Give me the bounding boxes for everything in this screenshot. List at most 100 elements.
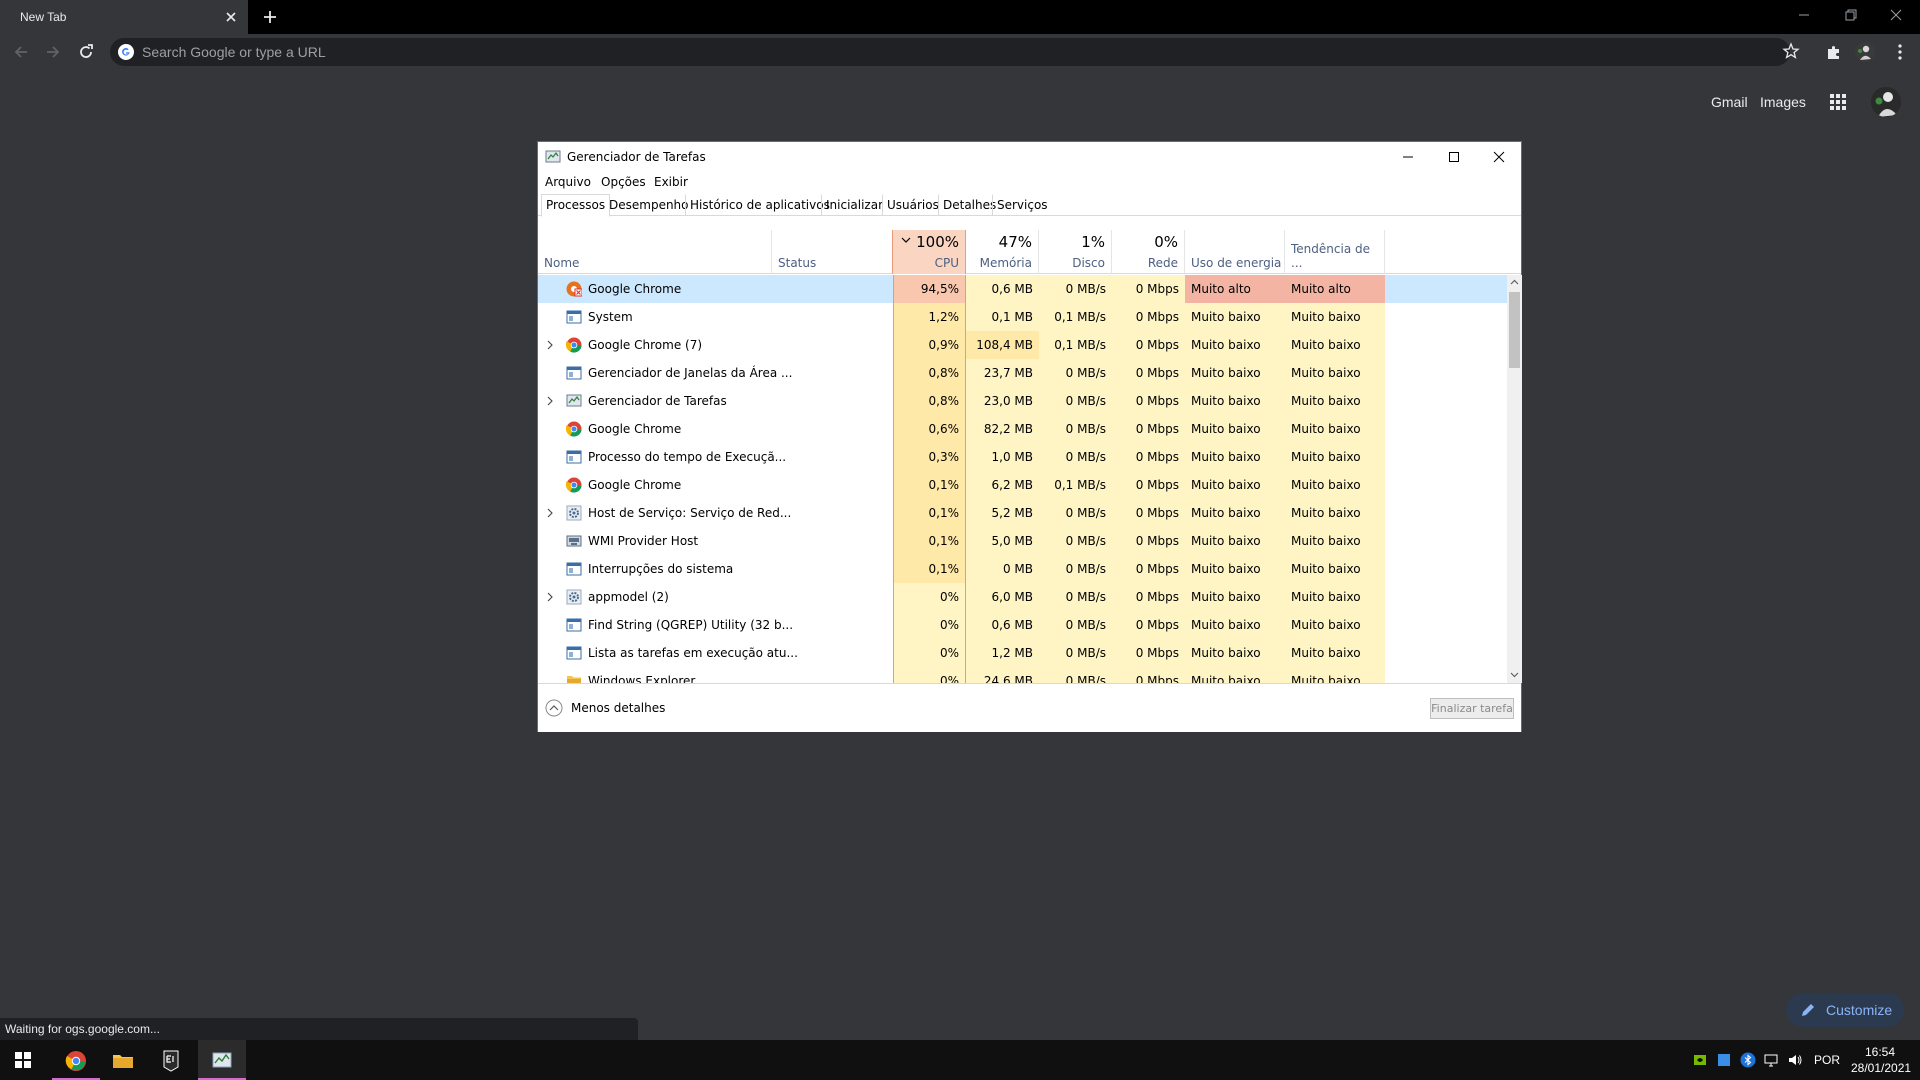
minimize-window-icon[interactable] <box>1792 5 1816 25</box>
tm-maximize-icon[interactable] <box>1431 142 1477 172</box>
process-row[interactable]: Windows Explorer 0% 24,6 MB 0 MB/s 0 Mbps Mui… <box>538 667 1508 683</box>
omnibox[interactable]: Search Google or type a URL <box>110 38 1800 66</box>
images-link[interactable]: Images <box>1760 94 1806 110</box>
process-row[interactable]: Google Chrome 0,1% 6,2 MB 0,1 MB/s 0 Mbps Mui… <box>538 471 1508 499</box>
tm-close-icon[interactable] <box>1476 142 1522 172</box>
chrome-icon <box>65 1051 86 1071</box>
scrollbar-thumb[interactable] <box>1509 292 1520 368</box>
tab-title: New Tab <box>20 10 67 24</box>
process-row[interactable]: Google Chrome 94,5% 0,6 MB 0 MB/s 0 Mbps Muit… <box>538 275 1508 303</box>
cpu-column-border <box>965 275 966 683</box>
chevron-right-icon[interactable] <box>546 340 554 350</box>
process-row[interactable]: System 1,2% 0,1 MB 0,1 MB/s 0 Mbps Muito baix… <box>538 303 1508 331</box>
restore-window-icon[interactable] <box>1838 5 1862 25</box>
chevron-up-circle-icon[interactable] <box>545 699 563 717</box>
col-memoria[interactable]: 47% Memória <box>966 230 1039 274</box>
col-rede[interactable]: 0% Rede <box>1112 230 1185 274</box>
process-row[interactable]: Processo do tempo de Execuçã... 0,3% 1,0 M… <box>538 443 1508 471</box>
start-button[interactable] <box>0 1040 48 1080</box>
process-disk-cell: 0 MB/s <box>1039 387 1112 415</box>
process-row[interactable]: Find String (QGREP) Utility (32 b... 0% 0,… <box>538 611 1508 639</box>
reload-icon[interactable] <box>76 42 96 62</box>
profile-avatar-icon[interactable] <box>1855 42 1875 62</box>
chevron-right-icon[interactable] <box>546 508 554 518</box>
menu-arquivo[interactable]: Arquivo <box>545 175 591 189</box>
task-manager-app-icon <box>545 149 561 165</box>
menu-opcoes[interactable]: Opções <box>601 175 646 189</box>
new-tab-icon[interactable] <box>261 8 279 26</box>
gmail-link[interactable]: Gmail <box>1711 94 1748 110</box>
taskbar-chrome[interactable] <box>52 1040 100 1080</box>
close-tab-icon[interactable] <box>224 10 238 24</box>
tab-usuarios[interactable]: Usuários <box>882 194 944 216</box>
process-trend-cell: Muito baixo <box>1285 443 1385 471</box>
process-row[interactable]: Gerenciador de Janelas da Área ... 0,8% 23… <box>538 359 1508 387</box>
account-avatar[interactable] <box>1871 87 1901 117</box>
network-icon[interactable] <box>1763 1052 1779 1068</box>
chevron-right-icon[interactable] <box>546 396 554 406</box>
col-nome[interactable]: Nome <box>538 230 772 274</box>
close-window-icon[interactable] <box>1884 5 1908 25</box>
process-row[interactable]: Google Chrome 0,6% 82,2 MB 0 MB/s 0 Mbps Muit… <box>538 415 1508 443</box>
bookmark-star-icon[interactable] <box>1782 42 1800 60</box>
tab-servicos[interactable]: Serviços <box>992 194 1053 216</box>
forward-icon[interactable] <box>43 42 63 62</box>
clock[interactable]: 16:54 28/01/2021 <box>1851 1044 1911 1076</box>
col-status[interactable]: Status <box>772 230 893 274</box>
taskbar-epic-games[interactable] <box>147 1040 195 1080</box>
bluetooth-icon[interactable] <box>1740 1052 1756 1068</box>
process-row[interactable]: WMI Provider Host 0,1% 5,0 MB 0 MB/s 0 Mbps M… <box>538 527 1508 555</box>
process-disk-cell: 0,1 MB/s <box>1039 303 1112 331</box>
col-uso-energia[interactable]: Uso de energia <box>1185 230 1285 274</box>
process-row[interactable]: Lista as tarefas em execução atu... 0% 1,2… <box>538 639 1508 667</box>
process-row[interactable]: Gerenciador de Tarefas 0,8% 23,0 MB 0 MB/s 0… <box>538 387 1508 415</box>
google-apps-icon[interactable] <box>1828 92 1848 112</box>
extensions-puzzle-icon[interactable] <box>1824 42 1844 62</box>
tm-minimize-icon[interactable] <box>1385 142 1431 172</box>
app-tray-icon[interactable] <box>1716 1052 1732 1068</box>
process-memory-cell: 5,2 MB <box>966 499 1039 527</box>
wmi-icon <box>566 533 582 549</box>
process-trend-cell: Muito alto <box>1285 275 1385 303</box>
chevron-right-icon[interactable] <box>546 592 554 602</box>
volume-icon[interactable] <box>1787 1052 1803 1068</box>
tab-processos[interactable]: Processos <box>541 194 611 217</box>
tab-inicializar[interactable]: Inicializar <box>821 194 888 216</box>
process-row[interactable]: Google Chrome (7) 0,9% 108,4 MB 0,1 MB/s 0 M… <box>538 331 1508 359</box>
process-row[interactable]: appmodel (2) 0% 6,0 MB 0 MB/s 0 Mbps Muito ba… <box>538 583 1508 611</box>
pencil-icon <box>1800 1002 1816 1018</box>
col-disco[interactable]: 1% Disco <box>1039 230 1112 274</box>
process-memory-cell: 6,0 MB <box>966 583 1039 611</box>
scroll-down-icon[interactable] <box>1510 670 1519 679</box>
scroll-up-icon[interactable] <box>1510 278 1519 287</box>
language-indicator[interactable]: POR <box>1814 1053 1840 1067</box>
nvidia-tray-icon[interactable] <box>1692 1052 1708 1068</box>
menu-kebab-icon[interactable] <box>1890 42 1910 62</box>
col-tendencia[interactable]: Tendência de ... <box>1285 230 1385 274</box>
chrome-warning-icon <box>566 281 582 297</box>
process-row[interactable]: Interrupções do sistema 0,1% 0 MB 0 MB/s 0 M… <box>538 555 1508 583</box>
tab-desempenho[interactable]: Desempenho <box>604 194 694 216</box>
less-details-link[interactable]: Menos detalhes <box>571 701 665 715</box>
process-network-cell: 0 Mbps <box>1112 303 1185 331</box>
process-network-cell: 0 Mbps <box>1112 443 1185 471</box>
process-power-cell: Muito baixo <box>1185 359 1285 387</box>
process-row[interactable]: Host de Serviço: Serviço de Red... 0,1% 5,… <box>538 499 1508 527</box>
taskbar-task-manager[interactable] <box>198 1040 246 1080</box>
taskbar-file-explorer[interactable] <box>99 1040 147 1080</box>
process-name: Google Chrome <box>588 422 682 436</box>
task-manager-window: Gerenciador de Tarefas Arquivo Opções Ex… <box>537 141 1522 732</box>
process-network-cell: 0 Mbps <box>1112 275 1185 303</box>
tab-historico[interactable]: Histórico de aplicativos <box>685 194 835 216</box>
menu-exibir[interactable]: Exibir <box>654 175 688 189</box>
back-icon[interactable] <box>11 42 31 62</box>
process-cpu-cell: 0,8% <box>893 359 965 387</box>
col-cpu[interactable]: 100% CPU <box>892 230 966 274</box>
process-trend-cell: Muito baixo <box>1285 611 1385 639</box>
customize-button[interactable]: Customize <box>1786 993 1904 1027</box>
process-memory-cell: 0,6 MB <box>966 611 1039 639</box>
task-manager-titlebar[interactable]: Gerenciador de Tarefas <box>538 142 1521 172</box>
tab-new-tab[interactable]: New Tab <box>0 0 248 34</box>
vertical-scrollbar[interactable] <box>1507 275 1522 683</box>
end-task-button[interactable]: Finalizar tarefa <box>1430 698 1514 719</box>
